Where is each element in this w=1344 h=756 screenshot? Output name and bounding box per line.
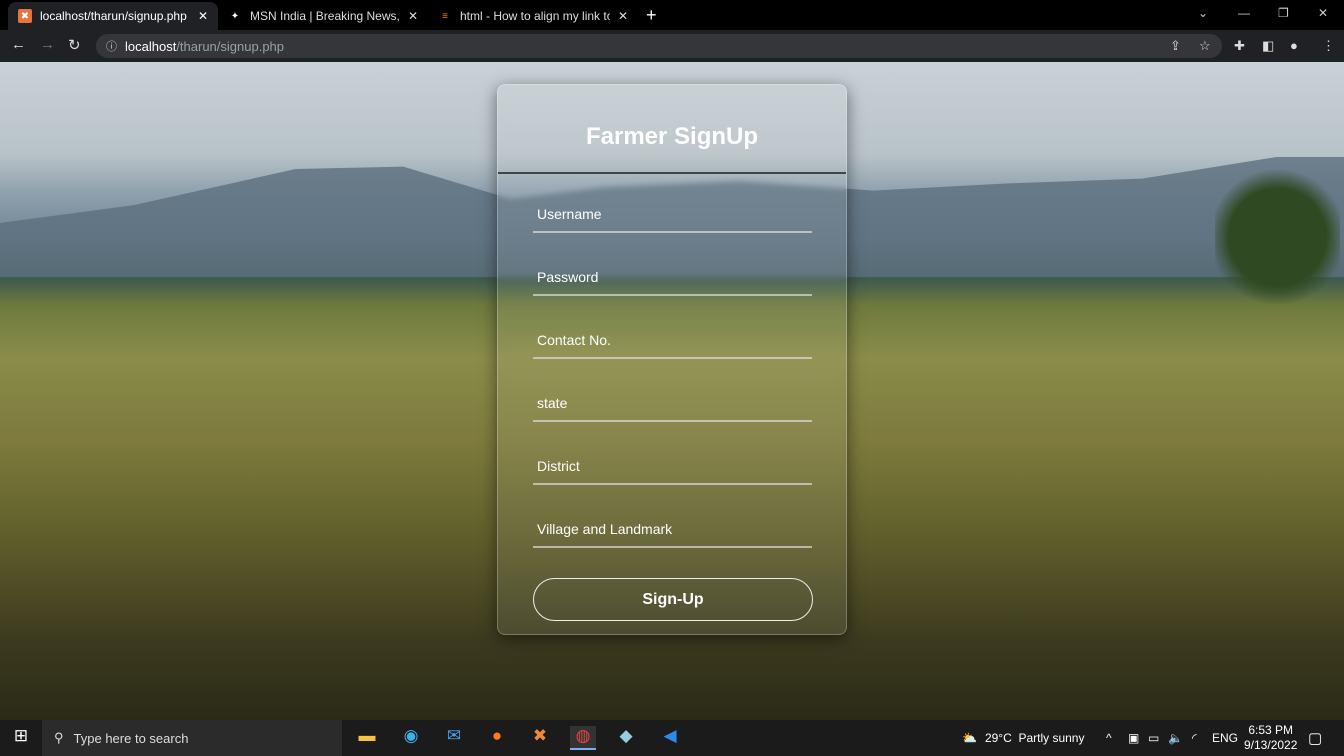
- close-tab-icon[interactable]: ✕: [618, 9, 628, 23]
- signup-card: Farmer SignUp Username Password Contact …: [497, 84, 847, 635]
- close-tab-icon[interactable]: ✕: [198, 9, 208, 23]
- state-input[interactable]: state: [533, 392, 812, 422]
- contact-input[interactable]: Contact No.: [533, 329, 812, 359]
- forward-button[interactable]: →: [40, 36, 55, 53]
- form-title: Farmer SignUp: [585, 123, 759, 150]
- volume-icon[interactable]: 🔈: [1168, 720, 1183, 756]
- clock[interactable]: 6:53 PM 9/13/2022: [1244, 720, 1297, 756]
- tab-stackoverflow[interactable]: ≡ html - How to align my link to th ✕: [428, 2, 638, 30]
- divider: [498, 172, 846, 174]
- username-input[interactable]: Username: [533, 203, 812, 233]
- notification-icon[interactable]: ▢: [1308, 720, 1322, 756]
- windows-start-icon[interactable]: ⊞: [8, 726, 34, 750]
- bookmark-star-icon[interactable]: ☆: [1199, 38, 1211, 54]
- reload-button[interactable]: ↻: [68, 36, 81, 54]
- tab-msn[interactable]: ✦ MSN India | Breaking News, Ente ✕: [218, 2, 428, 30]
- stackoverflow-icon: ≡: [442, 10, 448, 22]
- village-input[interactable]: Village and Landmark: [533, 518, 812, 548]
- menu-icon[interactable]: ⋮: [1322, 38, 1335, 54]
- msn-icon: ✦: [230, 10, 240, 22]
- back-button[interactable]: ←: [11, 36, 26, 53]
- language-indicator[interactable]: ENG: [1212, 720, 1238, 756]
- file-explorer-icon[interactable]: ▬: [354, 726, 380, 750]
- taskbar: ⊞ ⚲ Type here to search ▬ ◉ ✉ ● ✖ ◍ ◆ ◀ …: [0, 720, 1344, 756]
- chrome-icon[interactable]: ◍: [570, 726, 596, 750]
- share-icon[interactable]: ⇪: [1170, 38, 1181, 54]
- battery-icon[interactable]: ▭: [1148, 720, 1159, 756]
- search-icon: ⚲: [54, 730, 64, 745]
- vscode-icon[interactable]: ◀: [657, 726, 683, 750]
- info-icon: ⓘ: [106, 41, 117, 53]
- tab-signup[interactable]: ✖ localhost/tharun/signup.php ✕: [8, 2, 218, 30]
- maximize-button[interactable]: ❐: [1278, 6, 1289, 20]
- new-tab-button[interactable]: +: [646, 5, 657, 26]
- signup-button[interactable]: Sign-Up: [533, 578, 813, 621]
- mail-icon[interactable]: ✉: [441, 726, 467, 750]
- district-input[interactable]: District: [533, 455, 812, 485]
- partly-sunny-icon: ⛅: [962, 731, 977, 745]
- taskbar-search[interactable]: ⚲ Type here to search: [42, 720, 342, 756]
- close-tab-icon[interactable]: ✕: [408, 9, 418, 23]
- address-bar[interactable]: ⓘ localhost/tharun/signup.php: [96, 34, 1222, 58]
- extensions-icon[interactable]: ✚: [1234, 38, 1245, 54]
- tray-chevron-icon[interactable]: ^: [1106, 720, 1112, 756]
- minimize-button[interactable]: —: [1238, 6, 1250, 20]
- firefox-icon[interactable]: ●: [484, 726, 510, 750]
- meet-icon[interactable]: ▣: [1128, 720, 1139, 756]
- xampp-icon: ✖: [18, 9, 32, 23]
- tab-strip: ✖ localhost/tharun/signup.php ✕ ✦ MSN In…: [0, 0, 1344, 30]
- tab-search-icon[interactable]: ⌄: [1198, 6, 1208, 20]
- tree: [1215, 162, 1340, 312]
- wifi-icon[interactable]: ◜: [1192, 720, 1197, 756]
- page-background: Farmer SignUp Username Password Contact …: [0, 62, 1344, 720]
- password-input[interactable]: Password: [533, 266, 812, 296]
- xampp-icon[interactable]: ✖: [527, 726, 553, 750]
- weather-widget[interactable]: ⛅ 29°C Partly sunny: [962, 720, 1084, 756]
- sidepanel-icon[interactable]: ◧: [1262, 38, 1274, 54]
- close-window-button[interactable]: ✕: [1318, 6, 1328, 20]
- profile-avatar[interactable]: ●: [1290, 38, 1298, 53]
- app-icon[interactable]: ◆: [613, 726, 639, 750]
- edge-icon[interactable]: ◉: [398, 726, 424, 750]
